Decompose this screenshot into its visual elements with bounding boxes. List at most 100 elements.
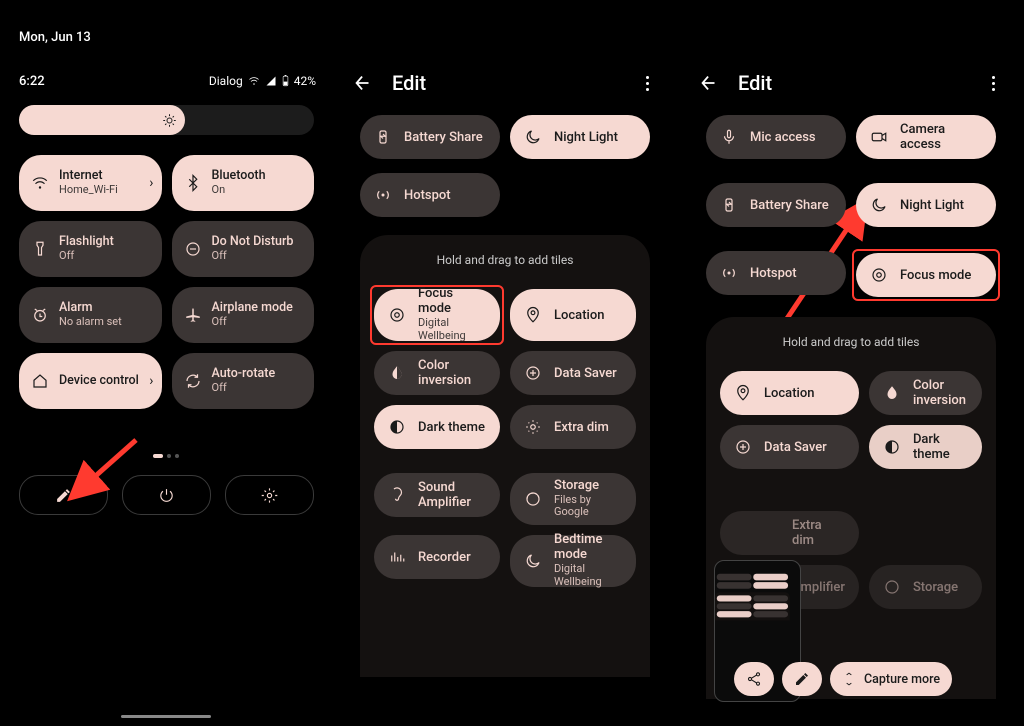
arrow-left-icon (698, 72, 720, 94)
moon-icon (524, 128, 542, 146)
dark-theme-icon (388, 418, 406, 436)
more-button[interactable] (636, 72, 658, 94)
qs-airplane[interactable]: Airplane modeOff (172, 287, 315, 343)
more-icon (992, 76, 995, 91)
qs-device-controls[interactable]: Device control › (19, 353, 162, 409)
date-label: Mon, Jun 13 (19, 30, 91, 45)
airplane-icon (184, 306, 202, 324)
tile-night-light[interactable]: Night Light (510, 115, 650, 159)
qs-autorotate[interactable]: Auto-rotateOff (172, 353, 315, 409)
hotspot-icon (720, 264, 738, 282)
alarm-icon (31, 306, 49, 324)
drag-hint: Hold and drag to add tiles (720, 335, 982, 349)
rotate-icon (184, 372, 202, 390)
chevron-right-icon: › (149, 373, 153, 389)
edit-title: Edit (392, 71, 636, 95)
dark-theme-icon (883, 438, 901, 456)
tile-color-inversion[interactable]: Color inversion (374, 351, 500, 395)
tile-color-inversion[interactable]: Color inversion (869, 371, 982, 415)
tile-night-light[interactable]: Night Light (856, 183, 996, 227)
battery-share-icon (374, 128, 392, 146)
focus-icon (388, 306, 406, 324)
tile-mic-access[interactable]: Mic access (706, 115, 846, 159)
tile-sound-amplifier[interactable]: Sound Amplifier (374, 473, 500, 517)
data-saver-icon (524, 364, 542, 382)
chevron-right-icon: › (149, 175, 153, 191)
camera-icon (870, 128, 888, 146)
qs-dnd[interactable]: Do Not DisturbOff (172, 221, 315, 277)
battery-share-icon (720, 196, 738, 214)
tile-storage[interactable]: StorageFiles by Google (510, 473, 636, 525)
wifi-icon (31, 174, 49, 192)
location-icon (524, 306, 542, 324)
expand-icon (842, 672, 856, 686)
gear-icon (261, 487, 278, 504)
battery-icon (281, 75, 290, 87)
tile-focus-mode[interactable]: Focus mode (856, 253, 996, 297)
moon-icon (870, 196, 888, 214)
edit-button[interactable] (19, 475, 108, 515)
tile-hotspot[interactable]: Hotspot (360, 173, 500, 217)
more-button[interactable] (982, 72, 1004, 94)
carrier-label: Dialog (209, 74, 243, 88)
power-icon (158, 487, 175, 504)
tile-dark-theme[interactable]: Dark theme (869, 425, 982, 469)
tile-location[interactable]: Location (720, 371, 859, 415)
status-time: 6:22 (19, 74, 45, 89)
tile-hotspot[interactable]: Hotspot (706, 251, 846, 295)
tile-battery-share[interactable]: Battery Share (360, 115, 500, 159)
qs-bluetooth[interactable]: BluetoothOn (172, 155, 315, 211)
tile-focus-mode[interactable]: Focus modeDigital Wellbeing (374, 289, 500, 341)
flashlight-icon (31, 240, 49, 258)
mic-icon (720, 128, 738, 146)
tile-bedtime[interactable]: Bedtime modeDigital Wellbeing (510, 535, 636, 587)
storage-icon (524, 490, 542, 508)
capture-more-button[interactable]: Capture more (830, 662, 952, 696)
location-icon (734, 384, 752, 402)
ear-icon (388, 486, 406, 504)
qs-internet[interactable]: InternetHome_Wi-Fi › (19, 155, 162, 211)
arrow-left-icon (352, 72, 374, 94)
signal-icon (265, 75, 277, 87)
storage-icon (883, 578, 901, 596)
edit-title: Edit (738, 71, 982, 95)
focus-icon (870, 266, 888, 284)
tile-recorder[interactable]: Recorder (374, 535, 500, 579)
data-saver-icon (734, 438, 752, 456)
status-right: Dialog 42% (209, 74, 316, 88)
qs-alarm[interactable]: AlarmNo alarm set (19, 287, 162, 343)
home-indicator (121, 715, 211, 718)
dnd-icon (184, 240, 202, 258)
page-dots (153, 454, 179, 458)
tile-data-saver[interactable]: Data Saver (510, 351, 636, 395)
home-icon (31, 372, 49, 390)
tile-battery-share[interactable]: Battery Share (706, 183, 846, 227)
more-icon (646, 76, 649, 91)
brightness-icon (162, 113, 177, 128)
pencil-icon (55, 487, 72, 504)
bluetooth-icon (184, 174, 202, 192)
brightness-slider[interactable] (19, 105, 314, 135)
power-button[interactable] (122, 475, 211, 515)
edit-screenshot-button[interactable] (782, 662, 822, 696)
pencil-icon (794, 671, 810, 687)
back-button[interactable] (352, 72, 374, 94)
invert-icon (883, 384, 901, 402)
tile-storage[interactable]: Storage (869, 565, 982, 609)
drag-hint: Hold and drag to add tiles (374, 253, 636, 267)
tile-dark-theme[interactable]: Dark theme (374, 405, 500, 449)
dim-icon (524, 418, 542, 436)
share-icon (746, 671, 762, 687)
settings-button[interactable] (225, 475, 314, 515)
back-button[interactable] (698, 72, 720, 94)
hotspot-icon (374, 186, 392, 204)
battery-label: 42% (294, 74, 316, 88)
share-button[interactable] (734, 662, 774, 696)
tile-extra-dim[interactable]: Extra dim (720, 511, 859, 555)
tile-extra-dim[interactable]: Extra dim (510, 405, 636, 449)
tile-location[interactable]: Location (510, 289, 636, 341)
tile-camera-access[interactable]: Camera access (856, 115, 996, 159)
tile-data-saver[interactable]: Data Saver (720, 425, 859, 469)
wifi-icon (247, 75, 261, 87)
qs-flashlight[interactable]: FlashlightOff (19, 221, 162, 277)
